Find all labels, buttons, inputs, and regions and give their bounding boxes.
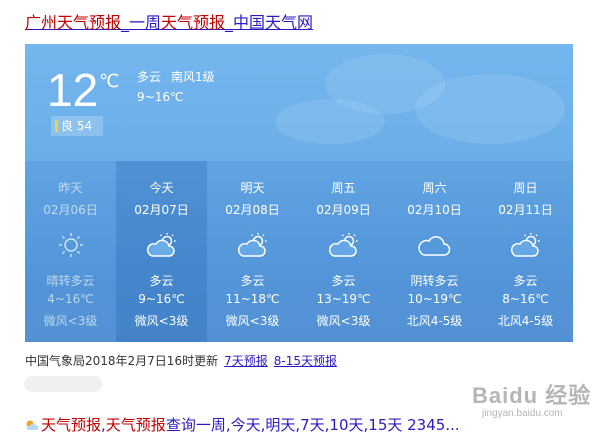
forecast-wind: 北风4-5级: [497, 314, 554, 328]
forecast-day-name: 周日: [513, 181, 538, 195]
forecast-date: 02月06日: [43, 203, 98, 217]
current-condition: 多云 南风1级: [137, 68, 215, 85]
background-cloud: [415, 74, 565, 144]
forecast-temp: 11~18℃: [225, 292, 280, 306]
background-cloud: [275, 99, 385, 144]
partly-cloudy-icon: [237, 233, 267, 257]
watermark-brand: Baidu 经验: [472, 383, 592, 408]
current-temperature: 12: [47, 64, 99, 116]
forecast-condition: 多云: [149, 274, 174, 288]
next-segment-query: 查询一周,今天,明天,7天,10天,15天: [165, 416, 403, 434]
partly-cloudy-icon: [510, 233, 540, 257]
forecast-day-friday[interactable]: 周五 02月09日 多云 13~19℃ 微风<3级: [298, 161, 389, 342]
forecast-condition: 多云: [240, 274, 265, 288]
forecast-temp: 4~16℃: [47, 292, 94, 306]
title-segment-site: _中国天气网: [225, 13, 314, 32]
partly-cloudy-icon: [146, 233, 176, 257]
forecast-condition: 多云: [331, 274, 356, 288]
next-segment-site: 2345...: [402, 416, 460, 434]
forecast-condition: 晴转多云: [46, 274, 95, 288]
current-temp-range: 9~16℃: [137, 90, 184, 104]
aqi-label: 良: [61, 119, 74, 133]
next-highlight-1: 天气预报: [41, 416, 102, 434]
title-segment-week: _一周: [121, 13, 162, 32]
next-result-link[interactable]: 天气预报,天气预报查询一周,今天,明天,7天,10天,15天 2345...: [25, 414, 460, 435]
forecast-date: 02月09日: [316, 203, 371, 217]
forecast-day-name: 昨天: [58, 181, 83, 195]
current-wind-text: 南风1级: [171, 70, 215, 84]
forecast-condition: 多云: [513, 274, 538, 288]
forecast-wind: 微风<3级: [316, 314, 371, 328]
forecast-temp: 13~19℃: [316, 292, 371, 306]
forecast-day-name: 明天: [240, 181, 265, 195]
forecast-strip: 昨天 02月06日 晴转多云 4~16℃ 微风<3级 今天 02月07日 多云 …: [25, 161, 573, 342]
forecast-wind: 北风4-5级: [406, 314, 463, 328]
title-highlight-forecast: 天气预报: [161, 13, 226, 32]
forecast-temp: 8~16℃: [502, 292, 549, 306]
forecast-day-name: 周六: [422, 181, 447, 195]
forecast-date: 02月11日: [498, 203, 553, 217]
forecast-day-name: 周五: [331, 181, 356, 195]
forecast-condition: 阴转多云: [410, 274, 459, 288]
forecast-date: 02月07日: [134, 203, 189, 217]
partly-cloudy-icon: [328, 233, 358, 257]
temperature-unit: ℃: [99, 71, 120, 92]
current-weather-text: 多云: [137, 70, 162, 84]
forecast-temp: 10~19℃: [407, 292, 462, 306]
forecast-wind: 微风<3级: [43, 314, 98, 328]
forecast-wind: 微风<3级: [225, 314, 280, 328]
forecast-day-saturday[interactable]: 周六 02月10日 阴转多云 10~19℃ 北风4-5级: [389, 161, 480, 342]
forecast-date: 02月10日: [407, 203, 462, 217]
aqi-level-bar: [55, 119, 58, 132]
forecast-date: 02月08日: [225, 203, 280, 217]
result-title-link[interactable]: 广州天气预报_一周天气预报_中国天气网: [25, 12, 313, 34]
update-info: 中国气象局2018年2月7日16时更新 7天预报 8-15天预报: [25, 352, 337, 369]
cloud-icon: [418, 236, 451, 256]
weather-favicon-icon: [26, 420, 39, 430]
aqi-value: 54: [76, 119, 93, 133]
forecast-day-name: 今天: [149, 181, 174, 195]
forecast-day-today[interactable]: 今天 02月07日 多云 9~16℃ 微风<3级: [116, 161, 207, 342]
aqi-badge[interactable]: 良 54: [51, 116, 103, 136]
8-15-day-forecast-link[interactable]: 8-15天预报: [274, 354, 337, 368]
title-highlight-city: 广州天气预报: [25, 13, 122, 32]
forecast-temp: 9~16℃: [138, 292, 185, 306]
baidu-jingyan-watermark: Baidu 经验 jingyan.baidu.com: [468, 374, 600, 430]
blurred-content: [24, 376, 102, 392]
update-text: 中国气象局2018年2月7日16时更新: [25, 354, 219, 368]
forecast-day-yesterday[interactable]: 昨天 02月06日 晴转多云 4~16℃ 微风<3级: [25, 161, 116, 342]
watermark-site: jingyan.baidu.com: [482, 408, 563, 419]
sun-icon: [59, 233, 83, 257]
7-day-forecast-link[interactable]: 7天预报: [224, 354, 268, 368]
forecast-day-tomorrow[interactable]: 明天 02月08日 多云 11~18℃ 微风<3级: [207, 161, 298, 342]
forecast-wind: 微风<3级: [134, 314, 189, 328]
weather-card[interactable]: 12 ℃ 多云 南风1级 9~16℃ 良 54 昨天 02月06日 晴转多云 4~…: [25, 44, 573, 342]
forecast-day-sunday[interactable]: 周日 02月11日 多云 8~16℃ 北风4-5级: [480, 161, 571, 342]
next-highlight-2: 天气预报: [105, 416, 166, 434]
